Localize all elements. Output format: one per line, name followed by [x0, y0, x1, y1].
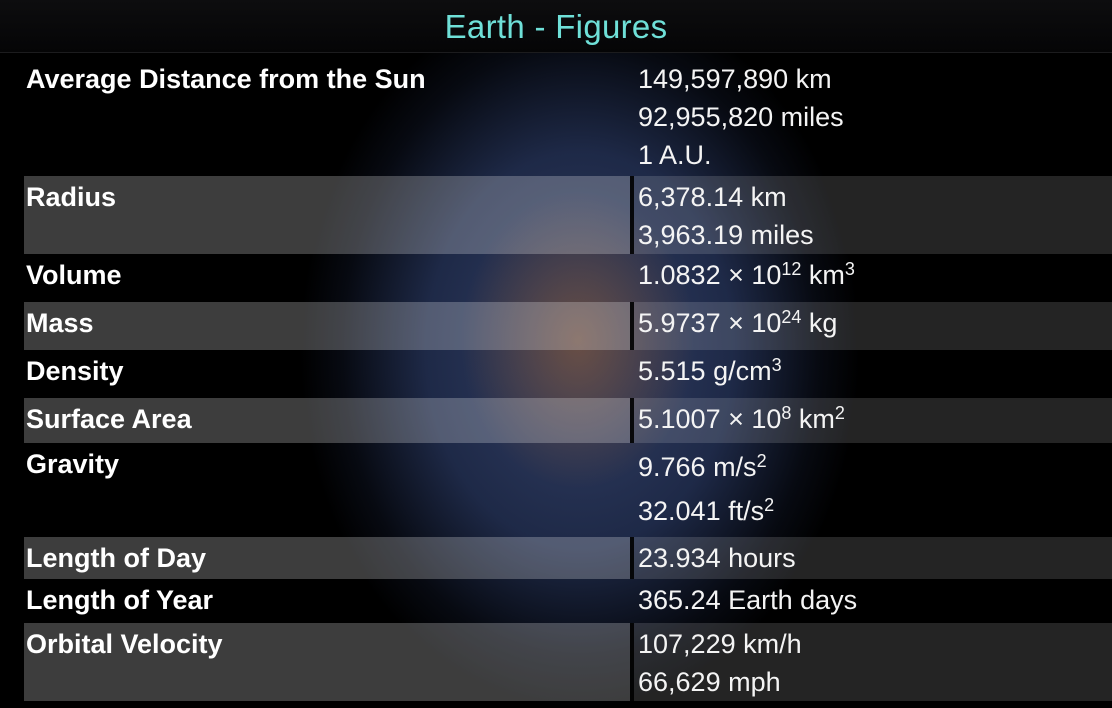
value-line: 1 A.U. — [638, 140, 712, 170]
row-value: 9.766 m/s2 32.041 ft/s2 — [630, 443, 1112, 537]
table-row-volume: Volume 1.0832 × 1012 km3 — [24, 254, 1112, 302]
table-row-gravity: Gravity 9.766 m/s2 32.041 ft/s2 — [24, 443, 1112, 537]
row-label: Gravity — [26, 449, 120, 479]
value-line: 92,955,820 miles — [638, 102, 844, 132]
row-value: 5.515 g/cm3 — [630, 350, 1112, 398]
table-row-length-of-day: Length of Day 23.934 hours — [24, 537, 1112, 579]
table-row-orbital-velocity: Orbital Velocity 107,229 km/h 66,629 mph — [24, 623, 1112, 701]
value-line: 5.515 g/cm3 — [638, 355, 782, 386]
row-value: 5.1007 × 108 km2 — [630, 398, 1112, 443]
table-row-radius: Radius 6,378.14 km 3,963.19 miles — [24, 176, 1112, 254]
row-label: Mass — [24, 302, 630, 350]
value-line: 1.0832 × 1012 km3 — [638, 259, 855, 290]
table-row-density: Density 5.515 g/cm3 — [24, 350, 1112, 398]
table-row-mass: Mass 5.9737 × 1024 kg — [24, 302, 1112, 350]
row-value: 149,597,890 km 92,955,820 miles 1 A.U. — [630, 58, 1112, 176]
value-line: 149,597,890 km — [638, 64, 832, 94]
table-row-surface-area: Surface Area 5.1007 × 108 km2 — [24, 398, 1112, 443]
row-value: 1.0832 × 1012 km3 — [630, 254, 1112, 302]
value-line: 3,963.19 miles — [638, 220, 814, 250]
row-label: Surface Area — [24, 398, 630, 443]
value-line: 6,378.14 km — [638, 182, 787, 212]
row-label: Density — [26, 356, 124, 386]
table-row-length-of-year: Length of Year 365.24 Earth days — [24, 579, 1112, 623]
title-bar: Earth - Figures — [0, 0, 1112, 53]
value-line: 5.1007 × 108 km2 — [638, 403, 845, 434]
value-line: 365.24 Earth days — [638, 585, 858, 615]
row-value: 23.934 hours — [630, 537, 1112, 579]
value-line: 32.041 ft/s2 — [638, 495, 775, 526]
row-label: Average Distance from the Sun — [26, 64, 426, 94]
table-row-average-distance: Average Distance from the Sun 149,597,89… — [24, 58, 1112, 176]
row-value: 6,378.14 km 3,963.19 miles — [630, 176, 1112, 254]
row-label: Radius — [24, 176, 630, 254]
row-label: Length of Year — [26, 585, 214, 615]
value-line: 66,629 mph — [638, 667, 781, 697]
row-value: 365.24 Earth days — [630, 579, 1112, 623]
row-label: Volume — [26, 260, 122, 290]
value-line: 9.766 m/s2 — [638, 451, 767, 482]
row-value: 5.9737 × 1024 kg — [630, 302, 1112, 350]
value-line: 23.934 hours — [638, 543, 796, 573]
figures-table: Average Distance from the Sun 149,597,89… — [24, 58, 1112, 701]
row-label: Length of Day — [24, 537, 630, 579]
page-title: Earth - Figures — [444, 8, 668, 45]
value-line: 107,229 km/h — [638, 629, 802, 659]
row-label: Orbital Velocity — [24, 623, 630, 701]
value-line: 5.9737 × 1024 kg — [638, 307, 838, 338]
row-value: 107,229 km/h 66,629 mph — [630, 623, 1112, 701]
